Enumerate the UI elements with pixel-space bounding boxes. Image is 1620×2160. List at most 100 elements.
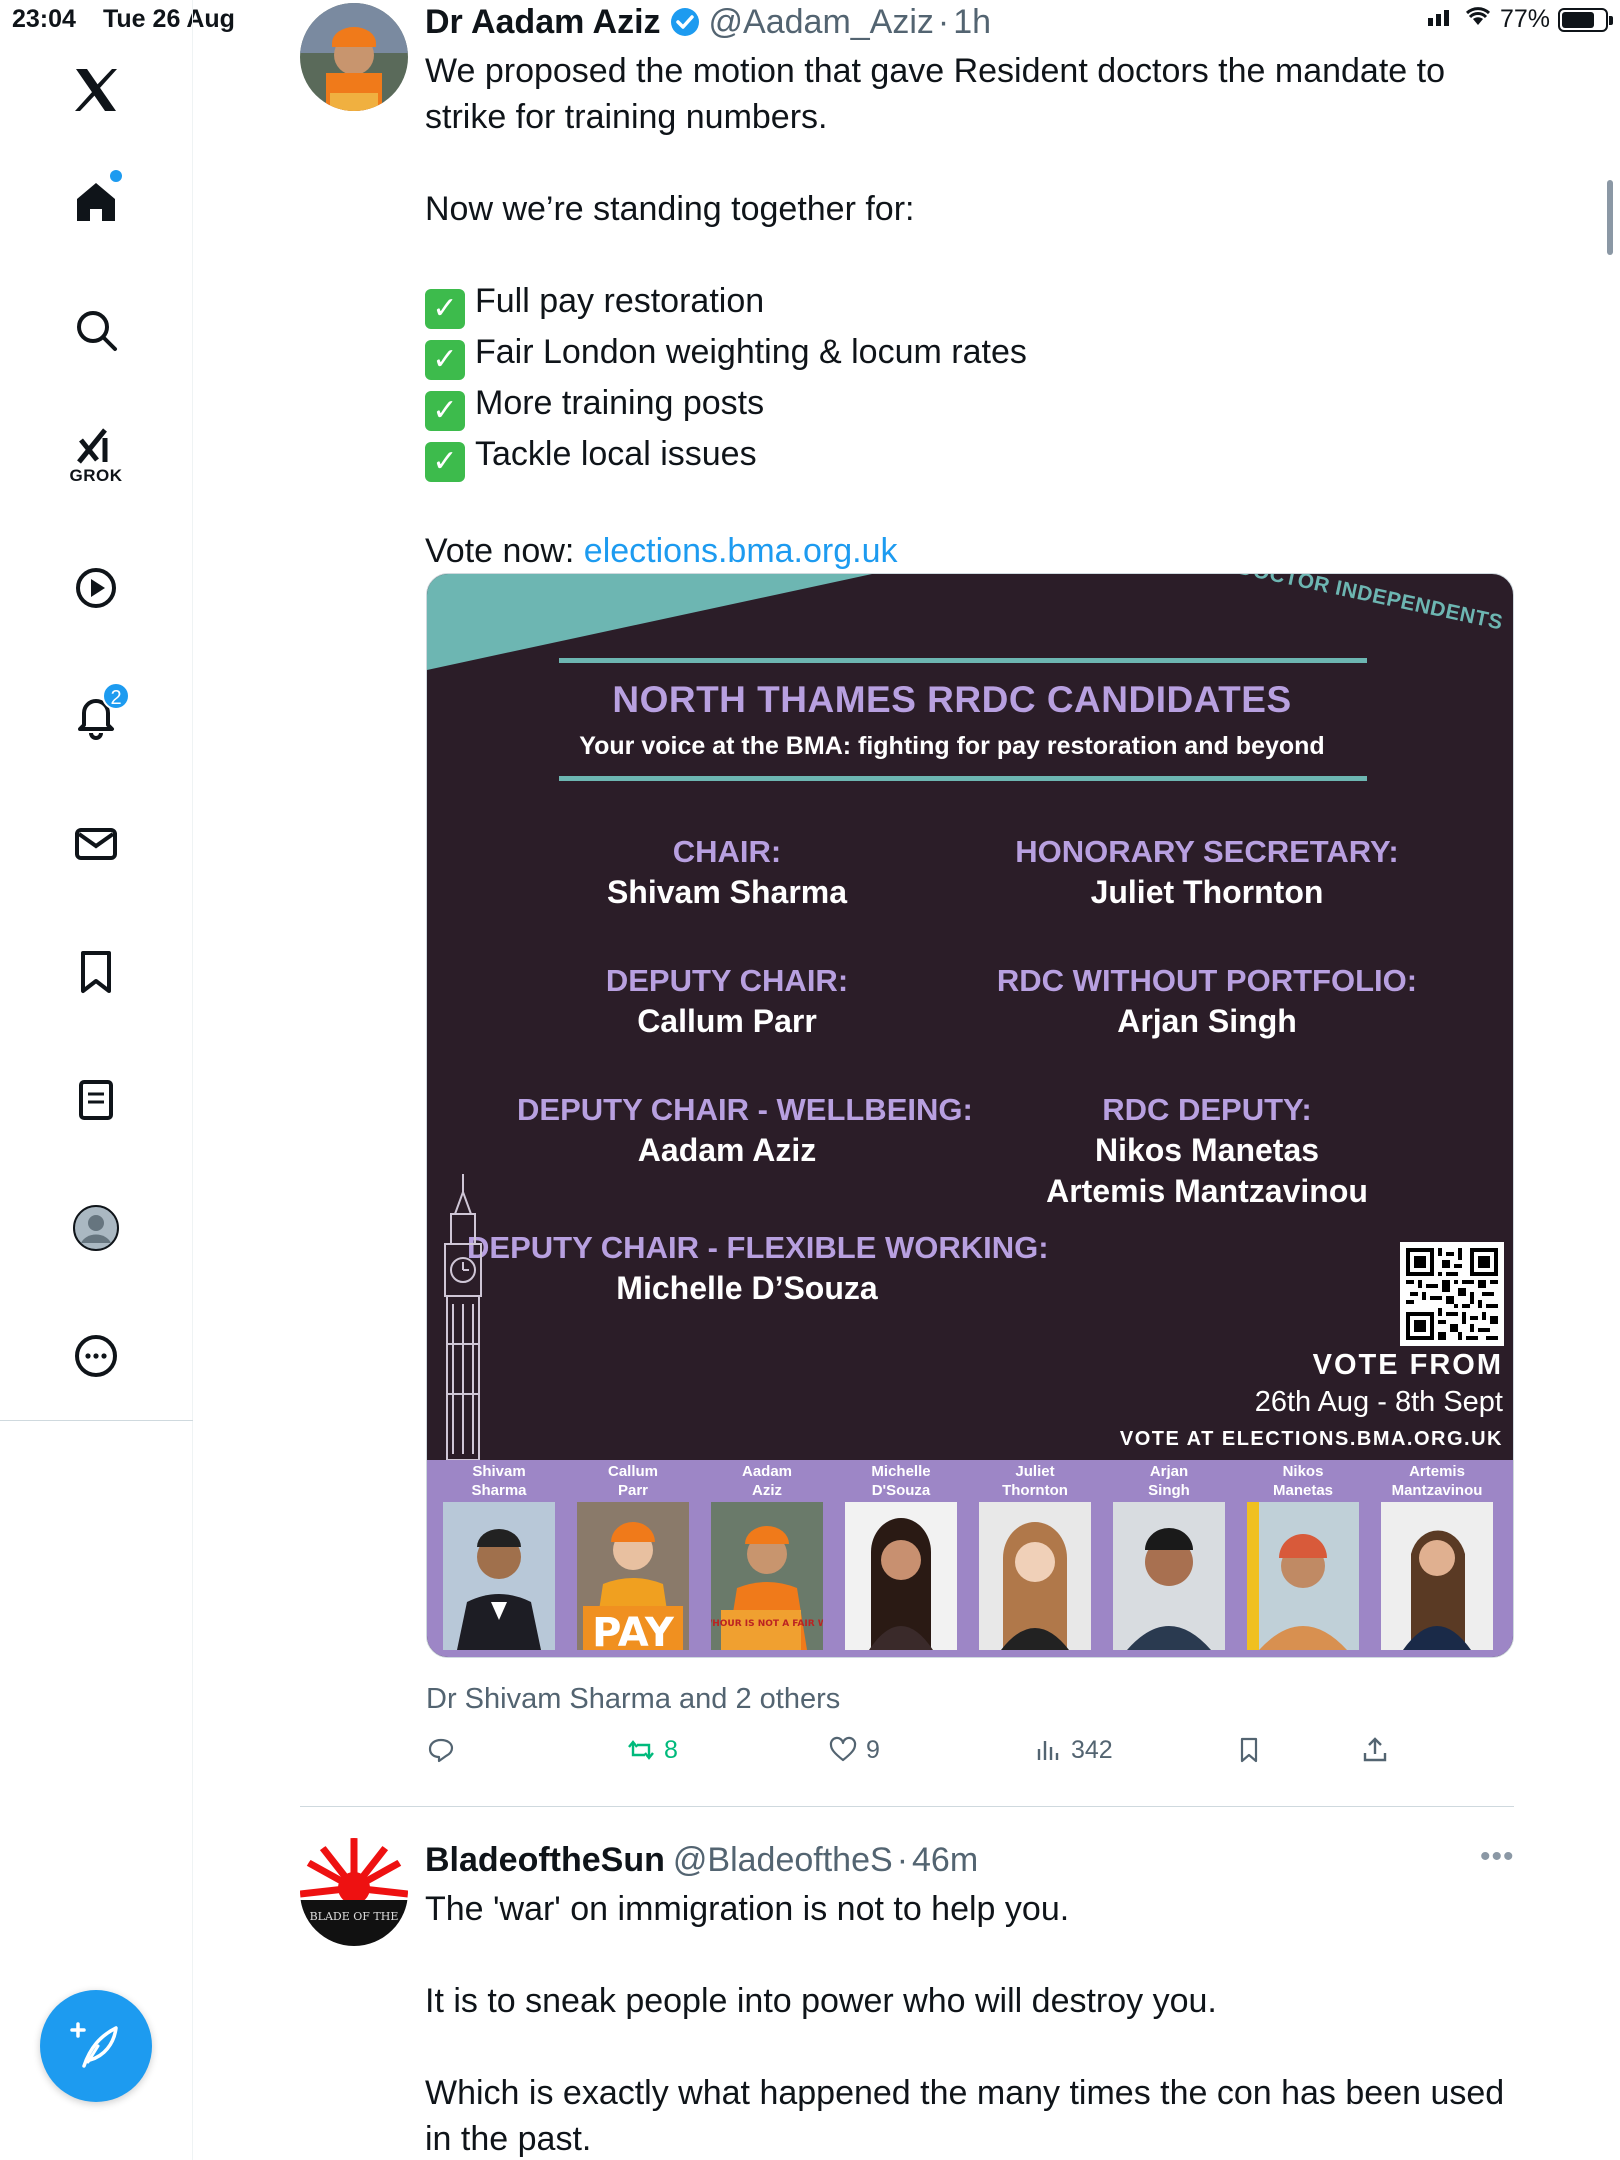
retweet-icon [628, 1740, 654, 1760]
tweet-time[interactable]: 1h [953, 3, 991, 42]
sidebar-item-explore[interactable] [56, 290, 136, 370]
share-icon [1363, 1737, 1387, 1762]
sidebar-item-more[interactable] [56, 1316, 136, 1396]
tweet-text-line: We proposed the motion that gave Residen… [425, 52, 1445, 90]
role-rdc-without-portfolio: RDC WITHOUT PORTFOLIO: Arjan Singh [957, 963, 1457, 1040]
check-mark-icon: ✓ [425, 442, 465, 482]
retweet-button[interactable]: 8 [626, 1735, 678, 1765]
candidate-card: Artemis Mantzavinou [1381, 1460, 1493, 1655]
candidate-name: Nikos Manetas [1272, 1463, 1334, 1499]
big-ben-illustration [444, 1174, 482, 1460]
views-button[interactable]: 342 [1033, 1735, 1113, 1765]
like-button[interactable]: 9 [828, 1735, 880, 1765]
vote-line: Vote now: elections.bma.org.uk [425, 528, 1505, 574]
notification-badge: 2 [102, 682, 130, 710]
vote-prefix: Vote now: [425, 532, 584, 570]
sidebar-item-home[interactable] [56, 162, 136, 242]
sign-text: £18.62/HOUR IS NOT A FAIR WAGE [711, 1619, 823, 1629]
grok-icon [77, 428, 108, 464]
role-name: Aadam Aziz [637, 1132, 817, 1168]
x-logo[interactable] [56, 50, 136, 130]
scrollbar[interactable] [1607, 180, 1613, 255]
author-avatar[interactable]: BLADE OF THE [300, 1838, 408, 1946]
vote-from-label: VOTE FROM [1312, 1349, 1503, 1381]
author-name[interactable]: Dr Aadam Aziz [425, 3, 661, 42]
candidate-name: Aadam Aziz [741, 1463, 793, 1499]
author-handle[interactable]: @BladeoftheS [673, 1841, 893, 1880]
sidebar-item-profile[interactable] [56, 1188, 136, 1268]
author-name[interactable]: BladeoftheSun [425, 1841, 665, 1880]
bookmark-icon [1240, 1737, 1258, 1763]
sidebar-divider [0, 1420, 193, 1421]
header-separator: · [896, 1840, 909, 1879]
check-mark-icon: ✓ [425, 391, 465, 431]
author-avatar[interactable] [300, 3, 408, 111]
tweet-text-line: in the past. [425, 2120, 592, 2158]
x-logo-icon [75, 69, 117, 111]
sidebar-item-notifications[interactable]: 2 [56, 676, 136, 756]
candidate-card: Nikos Manetas [1247, 1460, 1359, 1655]
sidebar-item-video[interactable] [56, 548, 136, 628]
candidate-photo [443, 1502, 555, 1650]
candidate-photo [1247, 1502, 1359, 1650]
bookmark-icon [81, 951, 111, 993]
tweet-actions: 8 9 342 [426, 1735, 1426, 1775]
social-context[interactable]: Dr Shivam Sharma and 2 others [426, 1683, 840, 1716]
sidebar-item-lists[interactable] [56, 1060, 136, 1140]
battery-fill [1562, 11, 1595, 28]
compose-icon [70, 2022, 118, 2068]
candidate-name: Artemis Mantzavinou [1391, 1463, 1483, 1499]
play-icon [76, 568, 116, 608]
checklist-item: ✓ More training posts [425, 380, 1505, 431]
candidate-photo [1113, 1502, 1225, 1650]
candidate-card: Shivam Sharma [443, 1460, 555, 1655]
retweet-count: 8 [664, 1735, 678, 1764]
tweet-text-line: Which is exactly what happened the many … [425, 2074, 1505, 2112]
sidebar-item-grok[interactable]: GROK [56, 415, 136, 495]
views-count: 342 [1071, 1735, 1113, 1764]
views-icon [1037, 1741, 1059, 1760]
role-deputy-chair: DEPUTY CHAIR: Callum Parr [577, 963, 877, 1040]
home-icon [77, 183, 115, 221]
share-button[interactable] [1360, 1735, 1390, 1765]
tweet-image[interactable]: PRO-DOCTOR INDEPENDENTS NORTH THAMES RRD… [426, 573, 1514, 1658]
tweet-time[interactable]: 46m [912, 1841, 978, 1880]
grok-label: GROK [69, 466, 123, 485]
tweet-more-button[interactable]: ••• [1480, 1840, 1515, 1874]
tweet-text: The 'war' on immigration is not to help … [425, 1886, 1505, 2160]
candidate-strip: ShivamSharma CallumParr PAY AadamAziz £1… [427, 1460, 1513, 1657]
tweet-header: BladeoftheSun @BladeoftheS · 46m [425, 1838, 978, 1882]
checklist-item: ✓ Tackle local issues [425, 431, 1505, 482]
list-icon [79, 1080, 113, 1120]
tweet-header: Dr Aadam Aziz @Aadam_Aziz · 1h [425, 0, 991, 44]
bookmark-button[interactable] [1234, 1735, 1264, 1765]
compose-button[interactable] [40, 1990, 152, 2102]
tweet[interactable]: BLADE OF THE BladeoftheSun @BladeoftheS … [300, 1830, 1514, 2160]
header-separator: · [937, 2, 950, 41]
candidate-name: Juliet Thornton [1002, 1463, 1068, 1499]
search-icon [77, 311, 117, 351]
role-name: Artemis Mantzavinou [1046, 1173, 1368, 1209]
like-count: 9 [866, 1735, 880, 1764]
role-chair: CHAIR: Shivam Sharma [577, 834, 877, 911]
tweet-paragraph: It is to sneak people into power who wil… [425, 1982, 1217, 2020]
role-title: DEPUTY CHAIR - FLEXIBLE WORKING: [467, 1230, 1049, 1265]
sidebar-item-bookmarks[interactable] [56, 932, 136, 1012]
candidate-name: Michelle D'Souza [871, 1463, 931, 1499]
author-handle[interactable]: @Aadam_Aziz [709, 3, 934, 42]
qr-code[interactable] [1400, 1242, 1504, 1346]
role-title: CHAIR: [672, 834, 782, 869]
candidate-name: Shivam Sharma [471, 1463, 527, 1499]
tweet-intro: Now we’re standing together for: [425, 190, 915, 228]
role-title: RDC DEPUTY: [1102, 1092, 1312, 1127]
candidate-card: Arjan Singh [1113, 1460, 1225, 1655]
role-deputy-chair-flexible-working: DEPUTY CHAIR - FLEXIBLE WORKING: Michell… [467, 1230, 1049, 1307]
reply-button[interactable] [426, 1735, 456, 1765]
poster-rule-bottom [559, 776, 1367, 781]
sidebar-item-messages[interactable] [56, 804, 136, 884]
vote-link[interactable]: elections.bma.org.uk [584, 532, 898, 570]
candidate-photo [1381, 1502, 1493, 1650]
role-honorary-secretary: HONORARY SECRETARY: Juliet Thornton [977, 834, 1437, 911]
role-deputy-chair-wellbeing: DEPUTY CHAIR - WELLBEING: Aadam Aziz [517, 1092, 973, 1169]
candidate-card: AadamAziz £18.62/HOUR IS NOT A FAIR WAGE [674, 1460, 848, 1655]
